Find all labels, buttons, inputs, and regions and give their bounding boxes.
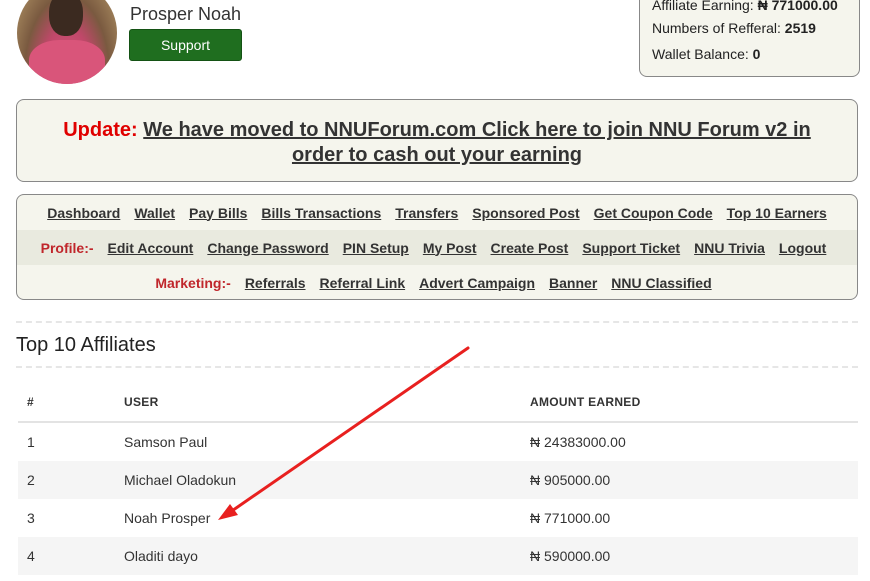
marketing-section-label: Marketing:-	[155, 274, 231, 291]
cell-amount: ₦ 590000.00	[521, 537, 858, 575]
profile-section-label: Profile:-	[40, 239, 94, 256]
table-row: 2 Michael Oladokun ₦ 905000.00	[18, 461, 858, 499]
cell-rank: 1	[18, 422, 115, 461]
menu-logout[interactable]: Logout	[779, 240, 826, 256]
navigation-menu: Dashboard Wallet Pay Bills Bills Transac…	[16, 194, 858, 300]
update-label: Update:	[63, 119, 138, 141]
cell-amount: ₦ 905000.00	[521, 461, 858, 499]
stats-panel: Affiliate Earning: ₦ 771000.00 Numbers o…	[639, 0, 860, 77]
affiliates-table: # USER AMOUNT EARNED 1 Samson Paul ₦ 243…	[18, 383, 858, 575]
cell-user: Oladiti dayo	[115, 537, 521, 575]
menu-get-coupon-code[interactable]: Get Coupon Code	[594, 205, 713, 221]
cell-user: Michael Oladokun	[115, 461, 521, 499]
cell-rank: 2	[18, 461, 115, 499]
menu-pay-bills[interactable]: Pay Bills	[189, 205, 247, 221]
wallet-balance-value: 0	[752, 46, 761, 62]
cell-amount: ₦ 24383000.00	[521, 422, 858, 461]
table-row: 4 Oladiti dayo ₦ 590000.00	[18, 537, 858, 575]
menu-nnu-classified[interactable]: NNU Classified	[611, 275, 711, 291]
menu-referral-link[interactable]: Referral Link	[320, 275, 406, 291]
menu-row-profile: Profile:- Edit Account Change Password P…	[17, 230, 857, 265]
menu-support-ticket[interactable]: Support Ticket	[582, 240, 680, 256]
menu-row-marketing: Marketing:- Referrals Referral Link Adve…	[17, 265, 857, 299]
header-amount: AMOUNT EARNED	[521, 383, 858, 423]
menu-top-10-earners[interactable]: Top 10 Earners	[727, 205, 827, 221]
referral-count-label: Numbers of Refferal:	[652, 20, 781, 36]
cell-amount: ₦ 771000.00	[521, 499, 858, 537]
menu-sponsored-post[interactable]: Sponsored Post	[472, 205, 579, 221]
menu-create-post[interactable]: Create Post	[491, 240, 569, 256]
cell-user: Samson Paul	[115, 422, 521, 461]
wallet-balance-label: Wallet Balance:	[652, 46, 749, 62]
menu-edit-account[interactable]: Edit Account	[108, 240, 194, 256]
menu-row-main: Dashboard Wallet Pay Bills Bills Transac…	[17, 195, 857, 230]
section-divider-bottom	[16, 366, 858, 368]
avatar-head	[49, 0, 83, 36]
profile-avatar	[17, 0, 117, 84]
menu-dashboard[interactable]: Dashboard	[47, 205, 120, 221]
support-button[interactable]: Support	[129, 29, 242, 61]
menu-transfers[interactable]: Transfers	[395, 205, 458, 221]
menu-advert-campaign[interactable]: Advert Campaign	[419, 275, 535, 291]
cell-user: Noah Prosper	[115, 499, 521, 537]
menu-bills-transactions[interactable]: Bills Transactions	[261, 205, 381, 221]
table-row: 3 Noah Prosper ₦ 771000.00	[18, 499, 858, 537]
menu-change-password[interactable]: Change Password	[207, 240, 328, 256]
nnu-forum-link[interactable]: We have moved to NNUForum.com Click here…	[143, 119, 811, 141]
table-row: 1 Samson Paul ₦ 24383000.00	[18, 422, 858, 461]
affiliate-earning-value: ₦ 771000.00	[757, 0, 838, 13]
cell-rank: 3	[18, 499, 115, 537]
menu-my-post[interactable]: My Post	[423, 240, 477, 256]
header-user: USER	[115, 383, 521, 423]
header-rank: #	[18, 383, 115, 423]
avatar-shirt	[29, 40, 105, 84]
cell-rank: 4	[18, 537, 115, 575]
affiliate-earning-row: Affiliate Earning: ₦ 771000.00	[652, 0, 838, 13]
update-banner: Update: We have moved to NNUForum.com Cl…	[16, 99, 858, 182]
wallet-balance-row: Wallet Balance: 0	[652, 46, 760, 62]
menu-wallet[interactable]: Wallet	[134, 205, 175, 221]
nnu-forum-link-cont[interactable]: order to cash out your earning	[292, 144, 582, 166]
referral-count-row: Numbers of Refferal: 2519	[652, 20, 816, 36]
menu-banner[interactable]: Banner	[549, 275, 597, 291]
affiliate-earning-label: Affiliate Earning:	[652, 0, 754, 13]
menu-pin-setup[interactable]: PIN Setup	[343, 240, 409, 256]
section-divider-top	[16, 321, 858, 323]
referral-count-value: 2519	[784, 20, 816, 36]
menu-nnu-trivia[interactable]: NNU Trivia	[694, 240, 765, 256]
affiliates-title: Top 10 Affiliates	[16, 334, 156, 356]
profile-name: Prosper Noah	[130, 4, 242, 24]
table-header-row: # USER AMOUNT EARNED	[18, 383, 858, 423]
menu-referrals[interactable]: Referrals	[245, 275, 306, 291]
